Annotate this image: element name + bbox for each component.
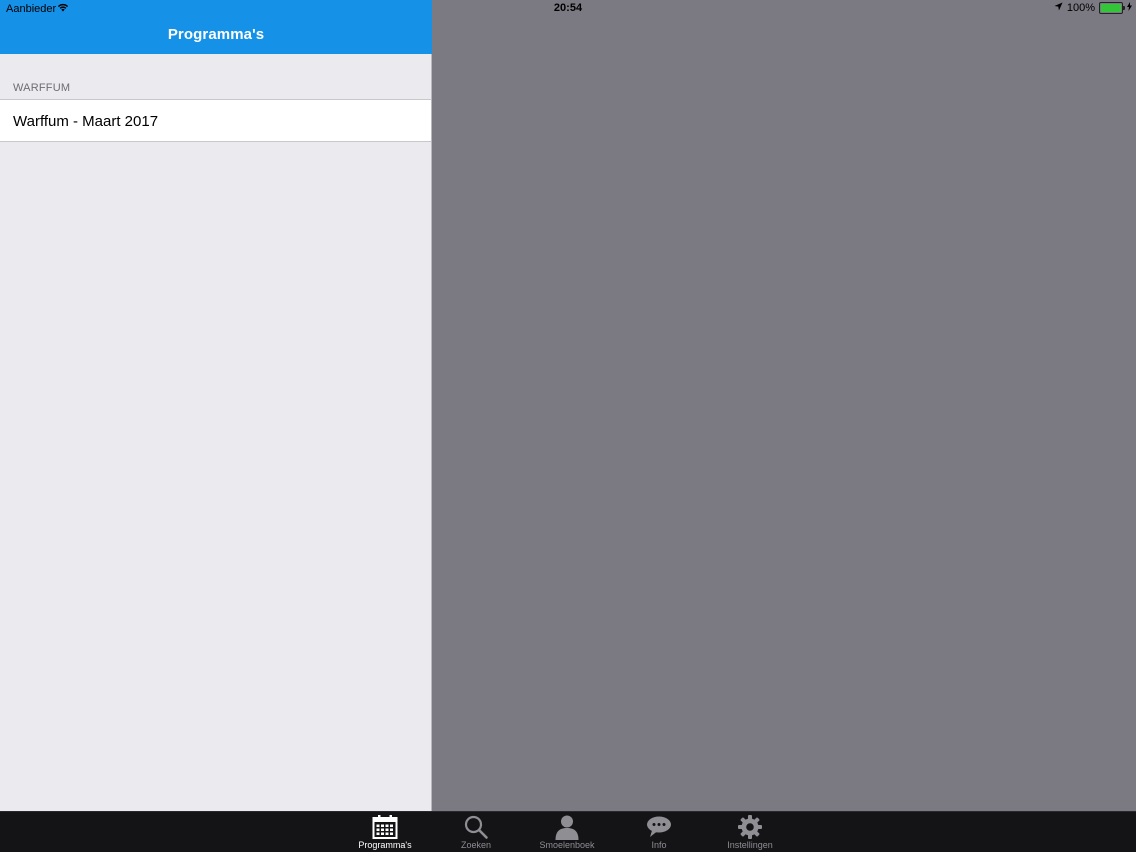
battery-fill xyxy=(1101,4,1121,12)
tab-zoeken[interactable]: Zoeken xyxy=(431,812,521,852)
status-time: 20:54 xyxy=(553,2,583,14)
battery-percent: 100% xyxy=(1066,2,1095,14)
calendar-icon xyxy=(372,815,398,839)
table-row-label: Warffum - Maart 2017 xyxy=(13,113,159,130)
gear-icon xyxy=(738,815,762,839)
page-title: Programma's xyxy=(167,26,265,43)
detail-pane xyxy=(432,0,1136,811)
tab-instellingen[interactable]: Instellingen xyxy=(705,812,795,852)
status-bar: Aanbieder 20:54 100% xyxy=(0,0,1136,18)
app-screen: Programma's WARFFUM Warffum - Maart 2017… xyxy=(0,0,1136,852)
charging-bolt-icon xyxy=(1127,2,1132,14)
tab-label: Zoeken xyxy=(460,840,492,850)
tab-label: Instellingen xyxy=(727,840,773,850)
tab-bar: Programma's Zoeken Smoelenboek Info Inst… xyxy=(0,811,1136,852)
tab-label: Smoelenboek xyxy=(539,840,595,850)
section-header: WARFFUM xyxy=(13,82,71,94)
chat-bubble-icon xyxy=(647,816,671,837)
tab-label: Info xyxy=(651,840,667,850)
status-right-group: 100% xyxy=(1054,2,1132,14)
battery-icon xyxy=(1099,2,1125,14)
master-pane: Programma's WARFFUM Warffum - Maart 2017 xyxy=(0,0,432,811)
person-icon xyxy=(555,815,579,840)
table-row-warffum-maart-2017[interactable]: Warffum - Maart 2017 xyxy=(0,99,431,142)
search-icon xyxy=(464,815,488,839)
battery-cap xyxy=(1123,6,1125,10)
tab-info[interactable]: Info xyxy=(614,812,704,852)
tab-label: Programma's xyxy=(358,840,412,850)
location-arrow-icon xyxy=(1054,2,1063,14)
tab-programmas[interactable]: Programma's xyxy=(340,812,430,852)
tab-smoelenboek[interactable]: Smoelenboek xyxy=(522,812,612,852)
